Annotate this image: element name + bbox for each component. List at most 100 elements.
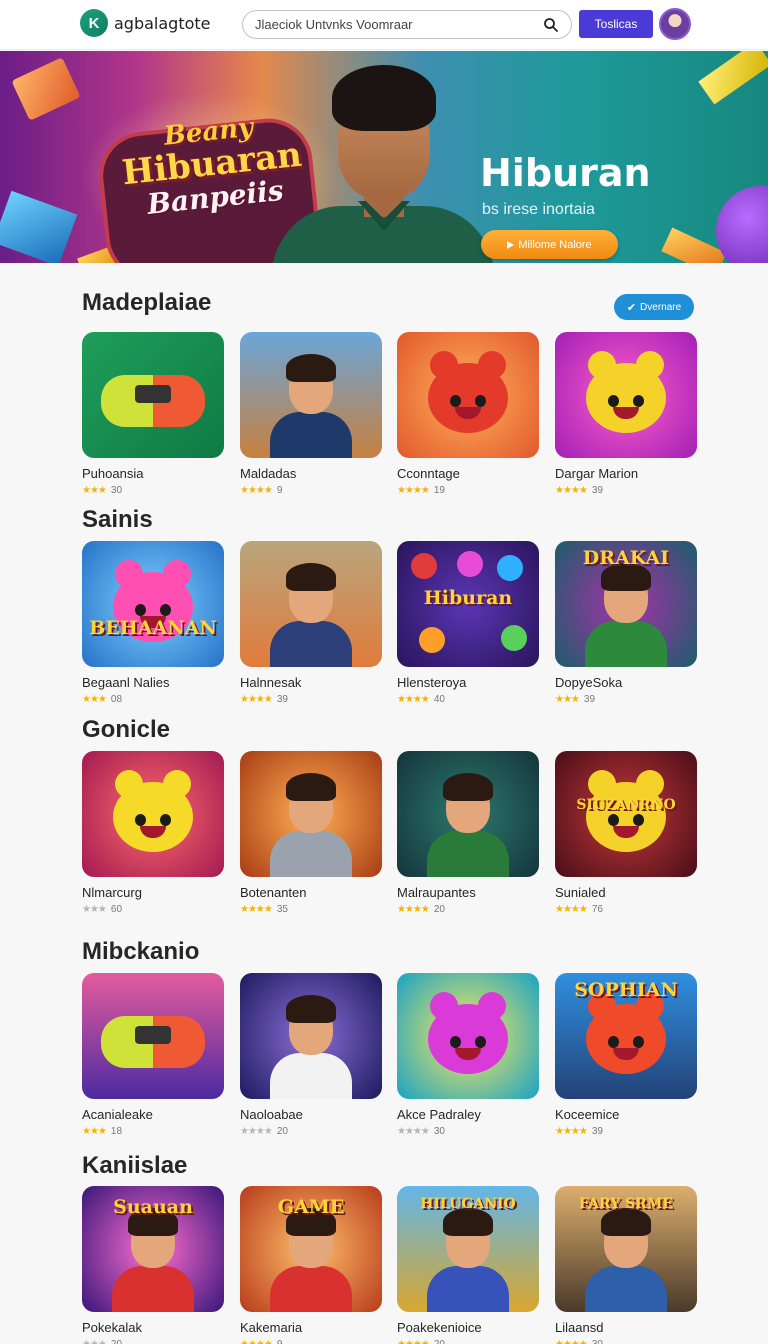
game-title[interactable]: Cconntage (397, 466, 539, 481)
game-card[interactable]: Maldadas ★★★★ 9 (240, 332, 382, 496)
game-thumbnail[interactable]: Hiburan (397, 541, 539, 667)
game-title[interactable]: Pokekalak (82, 1320, 224, 1335)
game-rating: ★★★ 18 (82, 1126, 224, 1137)
game-thumbnail[interactable] (82, 751, 224, 877)
game-card[interactable]: Naoloabae ★★★★ 20 (240, 973, 382, 1137)
game-title[interactable]: Kakemaria (240, 1320, 382, 1335)
game-title[interactable]: Puhoansia (82, 466, 224, 481)
thumbnail-title-text: SIUZANRNO (576, 797, 676, 813)
game-card[interactable]: Acanialeake ★★★ 18 (82, 973, 224, 1137)
game-thumbnail[interactable] (240, 751, 382, 877)
rating-count: 08 (110, 694, 123, 705)
game-card[interactable]: Botenanten ★★★★ 35 (240, 751, 382, 915)
game-thumbnail[interactable]: HILUGANIO (397, 1186, 539, 1312)
game-card[interactable]: Halnnesak ★★★★ 39 (240, 541, 382, 705)
game-card[interactable]: Nlmarcurg ★★★ 60 (82, 751, 224, 915)
game-card[interactable]: Hiburan Hlensteroya ★★★★ 40 (397, 541, 539, 705)
star-rating-icon: ★★★ (555, 694, 580, 705)
game-card[interactable]: Dargar Marion ★★★★ 39 (555, 332, 697, 496)
view-more-button[interactable]: ✔ Dvernare (614, 294, 694, 320)
game-title[interactable]: Nlmarcurg (82, 885, 224, 900)
game-card[interactable]: Malraupantes ★★★★ 20 (397, 751, 539, 915)
bear-character (586, 991, 666, 1074)
game-title[interactable]: Malraupantes (397, 885, 539, 900)
game-thumbnail[interactable] (82, 332, 224, 458)
game-card[interactable]: HILUGANIO Poakekenioice ★★★★ 20 (397, 1186, 539, 1344)
game-orb (419, 627, 445, 653)
game-thumbnail[interactable] (82, 973, 224, 1099)
search-text: Jlaeciok Untvnks Voomraar (255, 17, 413, 32)
game-thumbnail[interactable] (397, 973, 539, 1099)
game-thumbnail[interactable]: Suauan (82, 1186, 224, 1312)
game-thumbnail[interactable] (397, 332, 539, 458)
game-thumbnail[interactable] (555, 332, 697, 458)
game-title[interactable]: Akce Padraley (397, 1107, 539, 1122)
game-title[interactable]: Sunialed (555, 885, 697, 900)
game-card[interactable]: GAME Kakemaria ★★★★ 9 (240, 1186, 382, 1344)
game-thumbnail[interactable]: DRAKAI (555, 541, 697, 667)
game-card[interactable]: Akce Padraley ★★★★ 30 (397, 973, 539, 1137)
hero-title: Hiburan (480, 151, 651, 195)
child-character (427, 1202, 509, 1312)
game-title[interactable]: Naoloabae (240, 1107, 382, 1122)
decor-cube (0, 190, 78, 263)
search-input[interactable]: Jlaeciok Untvnks Voomraar (242, 10, 572, 39)
game-rating: ★★★★ 30 (555, 1339, 697, 1344)
game-rating: ★★★ 30 (82, 485, 224, 496)
star-rating-icon: ★★★★ (240, 1339, 273, 1344)
star-rating-icon: ★★★★ (240, 904, 273, 915)
game-card[interactable]: FARY SRME Lilaansd ★★★★ 30 (555, 1186, 697, 1344)
game-thumbnail[interactable]: FARY SRME (555, 1186, 697, 1312)
game-title[interactable]: Poakekenioice (397, 1320, 539, 1335)
logo-icon: K (80, 9, 108, 37)
game-thumbnail[interactable] (397, 751, 539, 877)
logo-text: agbalagtote (114, 13, 211, 33)
section-title: Mibckanio (82, 938, 200, 965)
game-thumbnail[interactable]: SIUZANRNO (555, 751, 697, 877)
game-thumbnail[interactable]: BEHAANAN (82, 541, 224, 667)
game-title[interactable]: Maldadas (240, 466, 382, 481)
hero-banner[interactable]: Beany Hibuaran Banpeiis Hiburan bs irese… (0, 51, 768, 263)
star-rating-icon: ★★★★ (397, 1126, 430, 1137)
game-title[interactable]: Halnnesak (240, 675, 382, 690)
game-title[interactable]: DopyeSoka (555, 675, 697, 690)
thumbnail-title-text: HILUGANIO (420, 1196, 516, 1212)
star-rating-icon: ★★★ (82, 694, 107, 705)
game-card[interactable]: SOPHIAN Koceemice ★★★★ 39 (555, 973, 697, 1137)
star-rating-icon: ★★★ (82, 1339, 107, 1344)
child-character (585, 557, 667, 667)
game-title[interactable]: Koceemice (555, 1107, 697, 1122)
game-title[interactable]: Lilaansd (555, 1320, 697, 1335)
game-card[interactable]: Puhoansia ★★★ 30 (82, 332, 224, 496)
game-orb (411, 553, 437, 579)
game-rating: ★★★★ 20 (397, 1339, 539, 1344)
site-logo[interactable]: K agbalagtote (80, 9, 211, 37)
game-title[interactable]: Hlensteroya (397, 675, 539, 690)
game-card[interactable]: DRAKAI DopyeSoka ★★★ 39 (555, 541, 697, 705)
hero-play-button[interactable]: Millome Nalore (481, 230, 618, 259)
star-rating-icon: ★★★★ (555, 904, 588, 915)
game-title[interactable]: Dargar Marion (555, 466, 697, 481)
game-card[interactable]: Cconntage ★★★★ 19 (397, 332, 539, 496)
game-title[interactable]: Botenanten (240, 885, 382, 900)
header-action-button[interactable]: Toslicas (579, 10, 653, 38)
section-title: Kaniislae (82, 1152, 188, 1179)
game-thumbnail[interactable] (240, 541, 382, 667)
star-rating-icon: ★★★★ (555, 1126, 588, 1137)
game-title[interactable]: Begaanl Nalies (82, 675, 224, 690)
game-thumbnail[interactable] (240, 332, 382, 458)
game-card[interactable]: BEHAANAN Begaanl Nalies ★★★ 08 (82, 541, 224, 705)
game-orb (501, 625, 527, 651)
user-avatar[interactable] (659, 8, 691, 40)
game-thumbnail[interactable] (240, 973, 382, 1099)
game-rating: ★★★★9 (240, 485, 382, 496)
rating-count: 19 (433, 485, 445, 496)
game-thumbnail[interactable]: GAME (240, 1186, 382, 1312)
game-thumbnail[interactable]: SOPHIAN (555, 973, 697, 1099)
game-title[interactable]: Acanialeake (82, 1107, 224, 1122)
game-card[interactable]: Suauan Pokekalak ★★★ 20 (82, 1186, 224, 1344)
game-card[interactable]: SIUZANRNO Sunialed ★★★★ 76 (555, 751, 697, 915)
star-rating-icon: ★★★★ (397, 485, 430, 496)
search-icon[interactable] (543, 17, 559, 33)
gamepad-icon (101, 1016, 205, 1069)
